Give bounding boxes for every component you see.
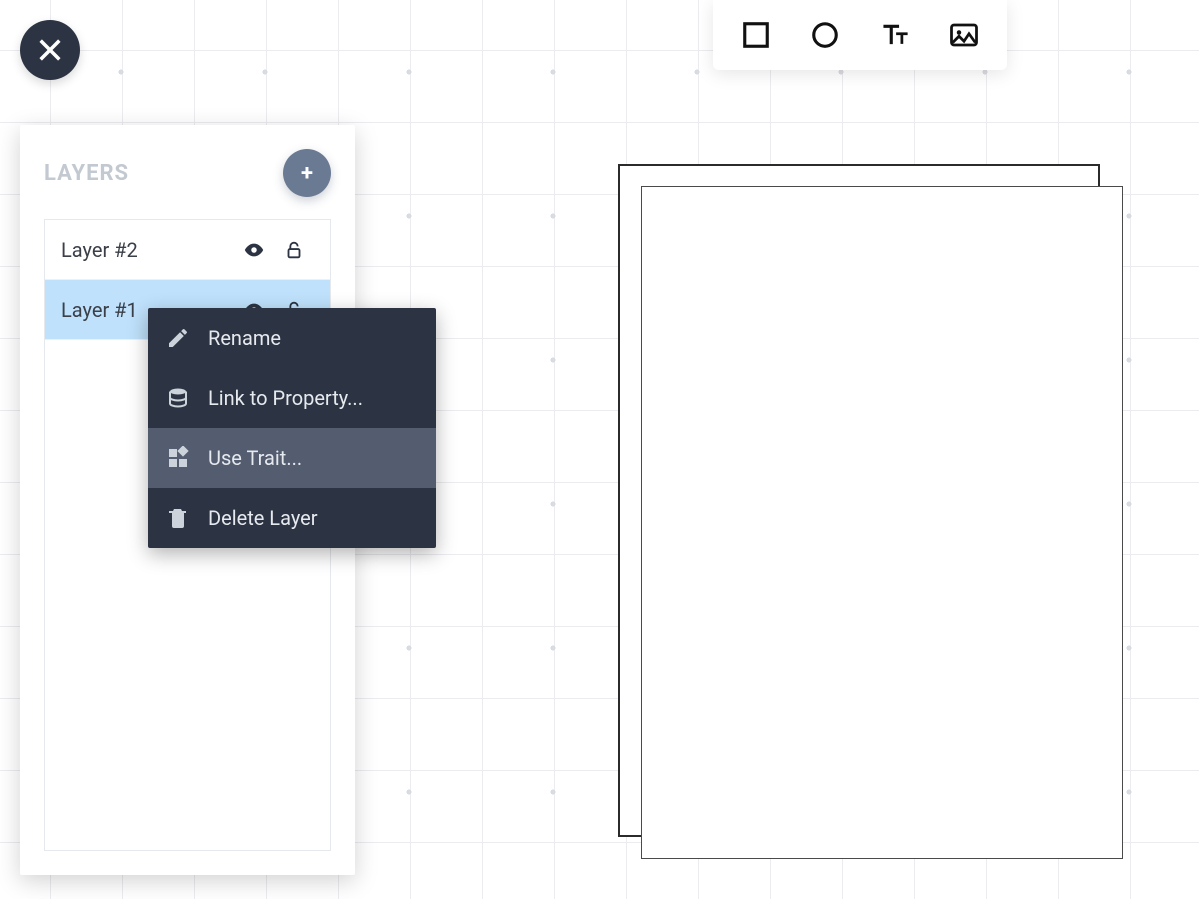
widgets-icon bbox=[166, 446, 190, 470]
text-icon bbox=[880, 20, 910, 50]
tool-circle[interactable] bbox=[795, 5, 855, 65]
context-item-delete-layer[interactable]: Delete Layer bbox=[148, 488, 436, 548]
lock-open-icon bbox=[283, 239, 305, 261]
trash-icon bbox=[166, 506, 190, 530]
layers-panel-header: LAYERS + bbox=[44, 149, 331, 197]
close-icon bbox=[36, 36, 64, 64]
context-item-label: Delete Layer bbox=[208, 506, 318, 530]
layer-name: Layer #2 bbox=[61, 238, 234, 262]
tool-image[interactable] bbox=[934, 5, 994, 65]
artboard-front[interactable] bbox=[641, 186, 1123, 859]
tool-text[interactable] bbox=[865, 5, 925, 65]
plus-icon: + bbox=[301, 161, 313, 186]
circle-icon bbox=[810, 20, 840, 50]
shape-toolbar bbox=[713, 0, 1007, 70]
image-icon bbox=[949, 20, 979, 50]
context-item-link-property[interactable]: Link to Property... bbox=[148, 368, 436, 428]
context-item-use-trait[interactable]: Use Trait... bbox=[148, 428, 436, 488]
lock-toggle[interactable] bbox=[274, 239, 314, 261]
visibility-toggle[interactable] bbox=[234, 239, 274, 261]
database-icon bbox=[166, 386, 190, 410]
context-item-rename[interactable]: Rename bbox=[148, 308, 436, 368]
context-item-label: Rename bbox=[208, 326, 281, 350]
pencil-icon bbox=[166, 326, 190, 350]
eye-icon bbox=[243, 239, 265, 261]
context-item-label: Link to Property... bbox=[208, 386, 363, 410]
close-button[interactable] bbox=[20, 20, 80, 80]
context-item-label: Use Trait... bbox=[208, 446, 302, 470]
tool-rectangle[interactable] bbox=[726, 5, 786, 65]
add-layer-button[interactable]: + bbox=[283, 149, 331, 197]
square-icon bbox=[741, 20, 771, 50]
layers-panel-title: LAYERS bbox=[44, 161, 129, 186]
layer-row[interactable]: Layer #2 bbox=[45, 220, 330, 280]
layer-context-menu: Rename Link to Property... Use Trait... … bbox=[148, 308, 436, 548]
